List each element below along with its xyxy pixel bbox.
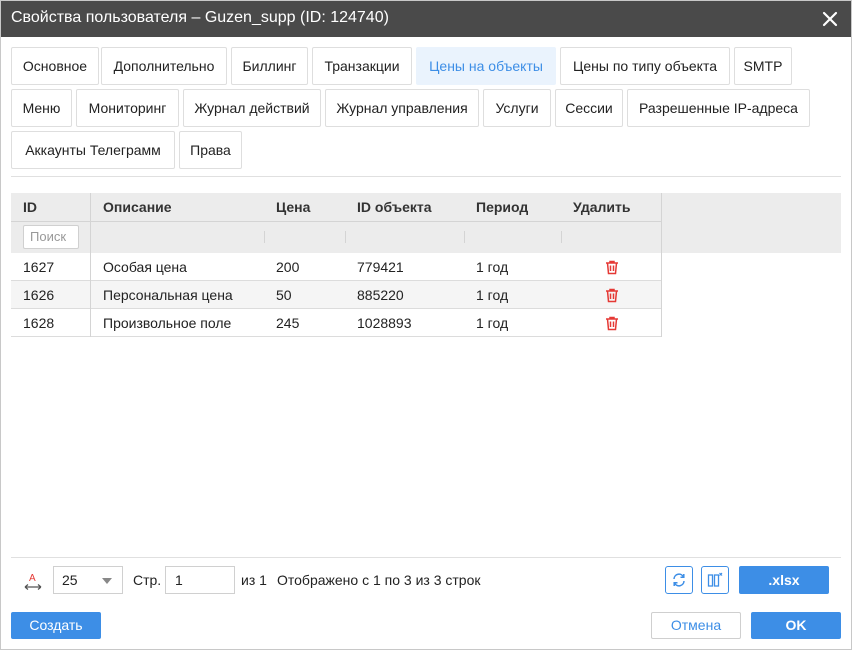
page-size-select[interactable]: 25 [53,566,123,594]
column-divider [464,231,465,243]
cell-id: 1628 [23,315,55,331]
tab-allowed-ips[interactable]: Разрешенные IP-адреса [627,89,810,127]
column-divider [561,231,562,243]
refresh-button[interactable] [665,566,693,594]
user-properties-dialog: Свойства пользователя – Guzen_supp (ID: … [0,0,852,650]
chevron-down-icon [102,578,112,584]
footer-divider [11,557,841,558]
divider [11,176,841,177]
table-row[interactable]: 1626 Персональная цена 50 885220 1 год [11,281,662,309]
trash-icon[interactable] [604,287,620,303]
close-icon[interactable] [819,8,841,30]
cell-period: 1 год [476,259,509,275]
column-header-delete: Удалить [573,199,631,215]
column-header-id[interactable]: ID [11,193,90,221]
column-divider [661,309,662,337]
tab-additional[interactable]: Дополнительно [101,47,227,85]
tab-prices-by-object-type[interactable]: Цены по типу объекта [560,47,730,85]
cell-price: 200 [276,259,300,275]
column-divider [90,253,91,281]
column-divider [90,193,91,253]
tab-billing[interactable]: Биллинг [231,47,308,85]
cell-description: Особая цена [103,259,187,275]
page-number-input[interactable]: 1 [165,566,235,594]
grid-header: ID Описание Цена ID объекта Период Удали… [11,193,841,253]
cell-period: 1 год [476,315,509,331]
column-divider [661,193,662,253]
cell-id: 1626 [23,287,55,303]
tab-sessions[interactable]: Сессии [555,89,623,127]
cell-period: 1 год [476,287,509,303]
id-search-input[interactable]: Поиск [23,225,79,249]
columns-settings-button[interactable] [701,566,729,594]
column-header-price[interactable]: Цена [264,193,345,221]
page-label: Стр. [133,572,162,588]
columns-settings-icon [707,572,723,587]
refresh-icon [673,573,685,587]
cell-price: 245 [276,315,300,331]
svg-text:A: A [29,573,36,584]
tab-transactions[interactable]: Транзакции [312,47,412,85]
column-divider [345,231,346,243]
tab-telegram-accounts[interactable]: Аккаунты Телеграмм [11,131,175,169]
trash-icon[interactable] [604,315,620,331]
column-header-object-id[interactable]: ID объекта [345,193,464,221]
trash-icon[interactable] [604,259,620,275]
tab-services[interactable]: Услуги [483,89,551,127]
column-divider [264,231,265,243]
cell-price: 50 [276,287,292,303]
column-divider [90,281,91,309]
column-divider [90,309,91,337]
cell-description: Произвольное поле [103,315,232,331]
cell-object-id: 779421 [357,259,404,275]
page-size-value: 25 [62,572,78,588]
rows-summary: Отображено с 1 по 3 из 3 строк [277,572,481,588]
tab-smtp[interactable]: SMTP [734,47,792,85]
ok-button[interactable]: OK [751,612,841,639]
column-divider [661,253,662,281]
tab-control-log[interactable]: Журнал управления [325,89,479,127]
dialog-title: Свойства пользователя – Guzen_supp (ID: … [11,9,389,26]
tab-monitoring[interactable]: Мониторинг [76,89,179,127]
tab-menu[interactable]: Меню [11,89,72,127]
header-separator [11,221,662,222]
cell-id: 1627 [23,259,55,275]
column-header-period[interactable]: Период [464,193,561,221]
page-count: из 1 [241,572,267,588]
create-button[interactable]: Создать [11,612,101,639]
cell-description: Персональная цена [103,287,233,303]
tab-basic[interactable]: Основное [11,47,99,85]
tab-rights[interactable]: Права [179,131,242,169]
table-row[interactable]: 1628 Произвольное поле 245 1028893 1 год [11,309,662,337]
table-row[interactable]: 1627 Особая цена 200 779421 1 год [11,253,662,281]
tab-object-prices[interactable]: Цены на объекты [416,47,556,85]
export-xlsx-button[interactable]: .xlsx [739,566,829,594]
column-divider [661,281,662,309]
cell-object-id: 1028893 [357,315,412,331]
cancel-button[interactable]: Отмена [651,612,741,639]
pager: A 25 Стр. 1 из 1 Отображено с 1 по 3 из … [11,566,841,594]
column-header-description[interactable]: Описание [91,193,264,221]
tab-action-log[interactable]: Журнал действий [183,89,321,127]
cell-object-id: 885220 [357,287,404,303]
titlebar: Свойства пользователя – Guzen_supp (ID: … [1,1,851,37]
font-size-icon[interactable]: A [23,570,43,592]
